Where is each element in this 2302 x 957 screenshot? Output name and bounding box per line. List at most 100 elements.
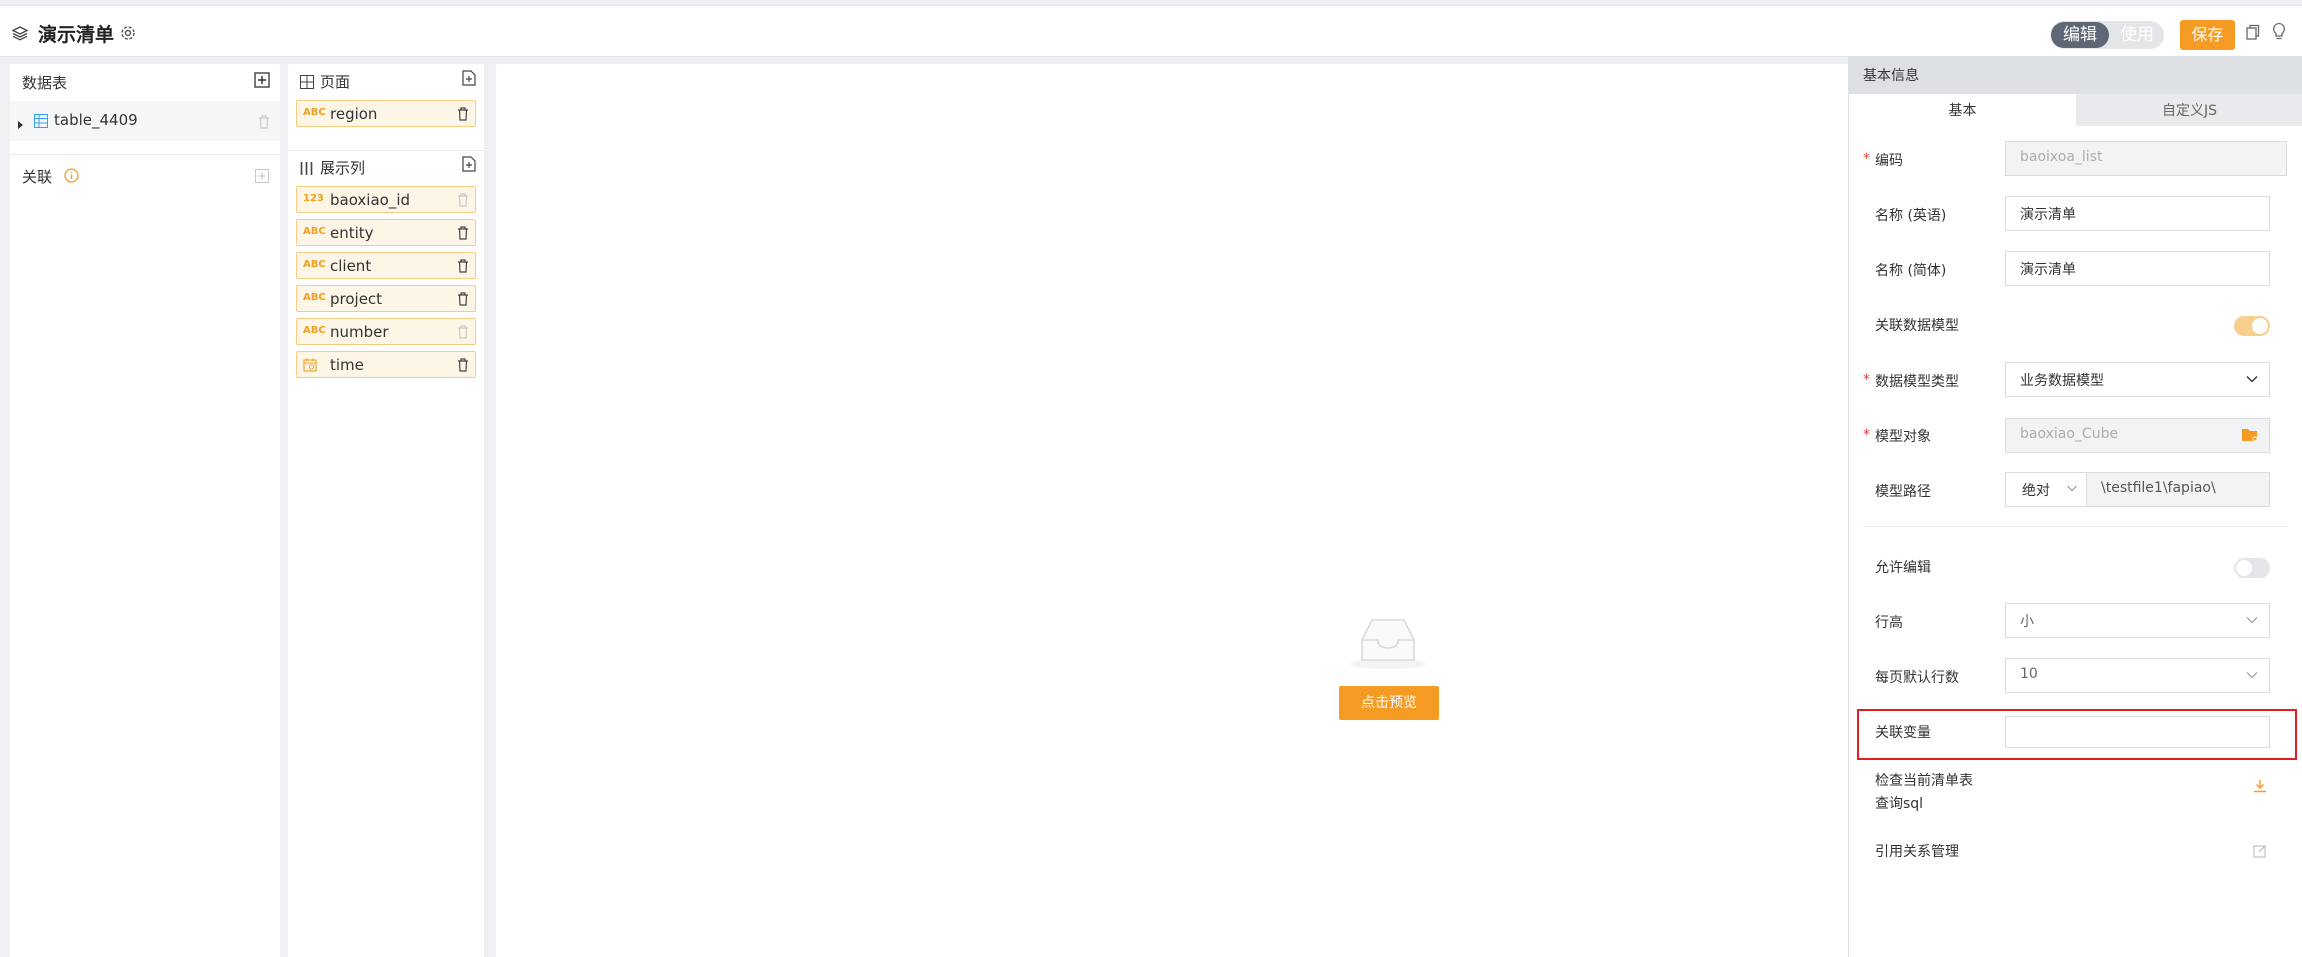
- link-model-switch[interactable]: [2234, 316, 2270, 336]
- display-fields-title: 展示列: [320, 159, 366, 177]
- download-icon[interactable]: [2253, 778, 2267, 797]
- chevron-down-icon: [2245, 613, 2259, 631]
- lightbulb-icon[interactable]: [2272, 22, 2286, 46]
- edit-icon[interactable]: [2253, 843, 2267, 862]
- info-icon[interactable]: [64, 168, 79, 187]
- copy-icon[interactable]: [2245, 24, 2261, 46]
- preview-button[interactable]: 点击预览: [1339, 686, 1439, 720]
- trash-icon[interactable]: [457, 258, 469, 277]
- model-object-input[interactable]: baoxiao_Cube: [2005, 418, 2270, 453]
- code-label: 编码: [1875, 153, 1903, 169]
- path-mode-value: 绝对: [2022, 483, 2050, 499]
- text-type-icon: ABC: [303, 107, 326, 118]
- chevron-down-icon: [2245, 668, 2259, 686]
- model-type-value: 业务数据模型: [2020, 373, 2104, 389]
- folder-icon[interactable]: [2241, 427, 2259, 447]
- tab-basic-label: 基本: [1948, 103, 1977, 119]
- page-rows-value: 10: [2020, 666, 2038, 682]
- name-cn-input[interactable]: 演示清单: [2005, 251, 2270, 286]
- text-type-icon: ABC: [303, 325, 326, 336]
- page-title: 演示清单: [38, 24, 115, 46]
- gear-icon[interactable]: [119, 24, 137, 46]
- switch-knob: [2252, 318, 2268, 334]
- preview-canvas: 点击预览: [496, 64, 1848, 957]
- add-display-field-icon[interactable]: [462, 156, 476, 176]
- model-object-value: baoxiao_Cube: [2020, 426, 2119, 442]
- trash-icon[interactable]: [457, 324, 469, 343]
- mode-toggle[interactable]: 编辑 使用: [2050, 21, 2164, 49]
- save-button[interactable]: 保存: [2180, 20, 2235, 50]
- check-sql-label-2: 查询sql: [1875, 796, 1924, 812]
- allow-edit-label: 允许编辑: [1875, 560, 1931, 576]
- model-type-select[interactable]: 业务数据模型: [2005, 362, 2270, 397]
- check-sql-label: 检查当前清单表: [1875, 773, 1973, 789]
- model-path-input[interactable]: \testfile1\fapiao\: [2086, 472, 2270, 507]
- trash-icon[interactable]: [457, 225, 469, 244]
- model-type-label: 数据模型类型: [1875, 374, 1959, 390]
- chevron-down-icon: [2066, 482, 2078, 498]
- field-chip[interactable]: ABC project: [296, 285, 476, 312]
- page-fields-title: 页面: [320, 73, 351, 91]
- trash-icon[interactable]: [457, 357, 469, 376]
- add-relation-icon[interactable]: [255, 168, 269, 187]
- trash-icon[interactable]: [457, 192, 469, 211]
- top-bar: 演示清单 编辑 使用 保存: [0, 5, 2302, 57]
- field-name: client: [330, 257, 372, 275]
- ref-mgmt-label: 引用关系管理: [1875, 844, 1959, 860]
- tab-custom-js-label: 自定义JS: [2161, 103, 2217, 119]
- trash-icon[interactable]: [457, 291, 469, 310]
- field-name: baoxiao_id: [330, 191, 411, 209]
- required-mark: *: [1863, 372, 1870, 388]
- name-cn-label: 名称 (简体): [1875, 263, 1947, 279]
- required-mark: *: [1863, 151, 1870, 167]
- link-var-input[interactable]: [2005, 716, 2270, 748]
- trash-icon[interactable]: [258, 114, 270, 133]
- columns-icon: [300, 160, 313, 179]
- tab-custom-js[interactable]: 自定义JS: [2076, 94, 2302, 126]
- field-name: time: [330, 356, 364, 374]
- row-height-select[interactable]: 小: [2005, 603, 2270, 638]
- link-model-label: 关联数据模型: [1875, 318, 1959, 334]
- tables-title: 数据表: [22, 74, 68, 92]
- field-chip[interactable]: ABC number: [296, 318, 476, 345]
- text-type-icon: ABC: [303, 259, 326, 270]
- caret-right-icon[interactable]: [18, 115, 24, 134]
- properties-header: 基本信息: [1849, 56, 2302, 94]
- grid-icon: [300, 74, 314, 93]
- name-en-input[interactable]: 演示清单: [2005, 196, 2270, 231]
- row-height-value: 小: [2020, 614, 2034, 630]
- table-row[interactable]: table_4409: [10, 101, 280, 141]
- properties-panel: 基本信息 基本 自定义JS * 编码 baoixoa_list 名称 (英语) …: [1848, 56, 2302, 957]
- field-chip[interactable]: ABC entity: [296, 219, 476, 246]
- tab-basic[interactable]: 基本: [1849, 94, 2076, 126]
- allow-edit-switch[interactable]: [2234, 558, 2270, 578]
- divider: [1863, 526, 2288, 527]
- page-rows-label: 每页默认行数: [1875, 670, 1959, 686]
- use-mode-button[interactable]: 使用: [2112, 22, 2162, 48]
- name-en-label: 名称 (英语): [1875, 208, 1947, 224]
- trash-icon[interactable]: [457, 106, 469, 125]
- edit-mode-button[interactable]: 编辑: [2051, 22, 2109, 48]
- field-name: region: [330, 105, 378, 123]
- model-object-label: 模型对象: [1875, 429, 1931, 445]
- path-mode-select[interactable]: 绝对: [2005, 472, 2087, 507]
- field-name: entity: [330, 224, 374, 242]
- text-type-icon: ABC: [303, 226, 326, 237]
- required-mark: *: [1863, 427, 1870, 443]
- properties-title: 基本信息: [1863, 68, 1919, 84]
- fields-panel: 页面 ABC region 展示列 123 baoxiao_id ABC ent…: [288, 64, 484, 957]
- field-chip[interactable]: time: [296, 351, 476, 378]
- text-type-icon: ABC: [303, 292, 326, 303]
- add-table-icon[interactable]: [254, 72, 270, 92]
- switch-knob: [2236, 560, 2252, 576]
- tables-panel: 数据表 table_4409 关联: [10, 64, 280, 957]
- page-rows-select[interactable]: 10: [2005, 658, 2270, 693]
- layers-icon: [12, 25, 28, 45]
- divider: [10, 154, 280, 155]
- field-chip[interactable]: ABC region: [296, 100, 476, 127]
- code-input[interactable]: baoixoa_list: [2005, 141, 2287, 176]
- relations-title: 关联: [22, 168, 53, 186]
- field-chip[interactable]: 123 baoxiao_id: [296, 186, 476, 213]
- add-page-field-icon[interactable]: [462, 70, 476, 90]
- field-chip[interactable]: ABC client: [296, 252, 476, 279]
